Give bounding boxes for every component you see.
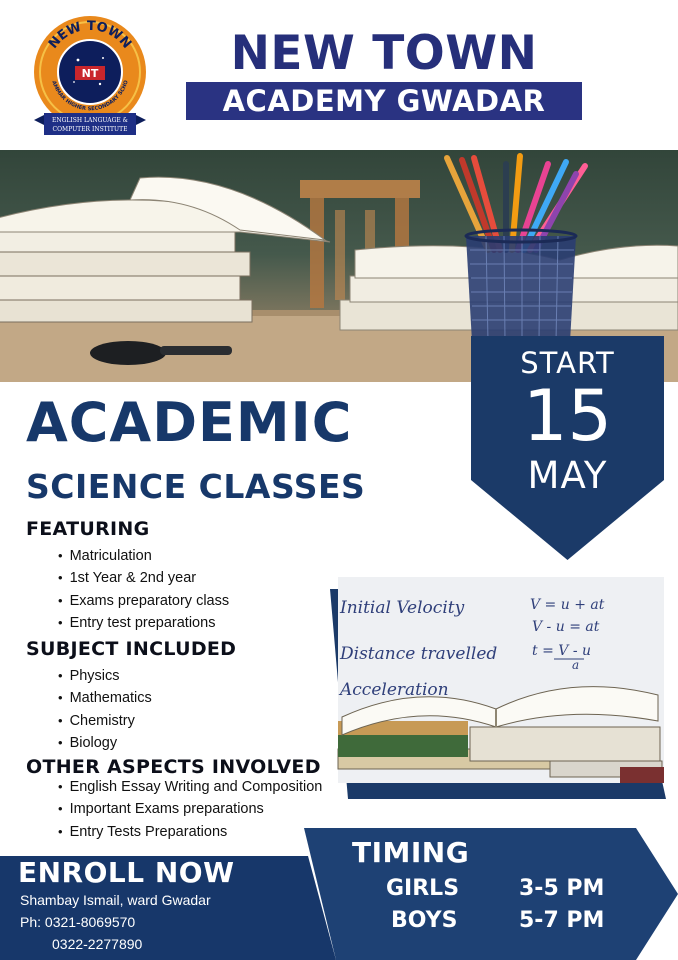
heading-academic: ACADEMIC (26, 391, 353, 454)
list-item: Chemistry (58, 710, 152, 732)
address-text: Shambay Ismail, ward Gwadar (20, 892, 211, 908)
board-text: Distance travelled (339, 644, 497, 664)
phone-number-1: Ph: 0321-8069570 (20, 914, 136, 930)
list-item: Exams preparatory class (58, 590, 230, 612)
whiteboard-book-photo: Initial Velocity V = u + at V - u = at D… (330, 577, 666, 799)
school-logo: NEW TOWN GRAMMAR HIGHER SECONDARY SCHOOL… (30, 14, 146, 135)
board-text: V = u + at (530, 597, 605, 613)
academy-location-band: ACADEMY GWADAR (186, 82, 582, 120)
girls-time: 3-5 PM (519, 876, 605, 901)
subjects-list: Physics Mathematics Chemistry Biology (58, 665, 152, 754)
enroll-now-label: ENROLL NOW (18, 856, 235, 889)
start-day: 15 (522, 375, 613, 457)
girls-label: GIRLS (386, 876, 460, 901)
list-item: Important Exams preparations (58, 798, 322, 820)
board-text: a (572, 658, 579, 672)
list-item: Matriculation (58, 545, 229, 567)
list-item: Mathematics (58, 687, 152, 709)
logo-ribbon-line1: ENGLISH LANGUAGE & (52, 117, 129, 124)
heading-science-classes: SCIENCE CLASSES (26, 467, 366, 506)
phone-number-2: 0322-2277890 (52, 936, 143, 952)
board-text: V - u = at (532, 619, 600, 635)
list-item: Entry test preparations (58, 612, 229, 634)
boys-time: 5-7 PM (519, 908, 605, 933)
list-item: Biology (58, 732, 152, 754)
board-text: t = V - u (532, 643, 591, 659)
board-text: Initial Velocity (339, 598, 465, 618)
list-item: English Essay Writing and Composition (58, 776, 323, 798)
other-aspects-title: OTHER ASPECTS INVOLVED (26, 756, 321, 778)
timing-title: TIMING (352, 836, 470, 869)
featuring-title: FEATURING (26, 518, 150, 540)
logo-ribbon-line2: COMPUTER INSTITUTE (53, 126, 128, 133)
academy-name: NEW TOWN (230, 26, 538, 81)
list-item: Physics (58, 665, 152, 687)
start-month: MAY (527, 454, 608, 497)
list-item: 1st Year & 2nd year (58, 567, 229, 589)
logo-monogram: NT (82, 67, 99, 80)
featuring-list: Matriculation 1st Year & 2nd year Exams … (58, 545, 230, 634)
boys-label: BOYS (391, 908, 458, 933)
subjects-title: SUBJECT INCLUDED (26, 638, 237, 660)
